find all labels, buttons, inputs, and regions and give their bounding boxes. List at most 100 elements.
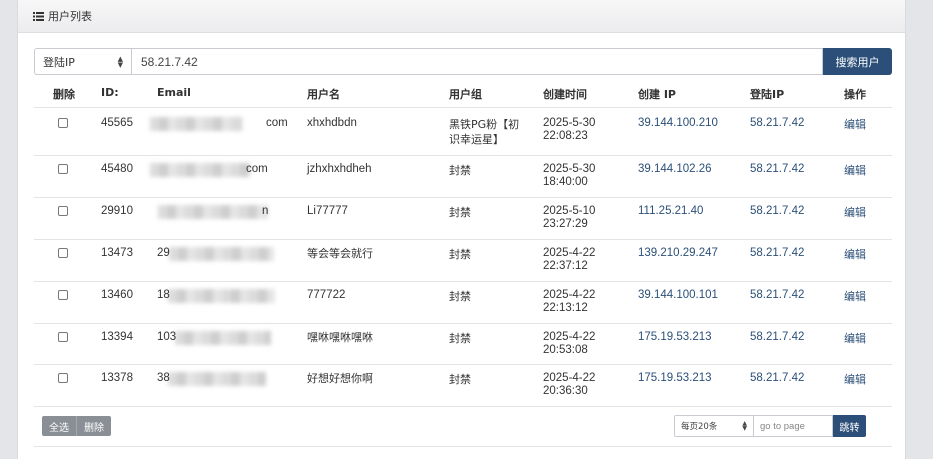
cell-email: 38 (157, 372, 170, 384)
search-input-value: 58.21.7.42 (141, 54, 198, 69)
edit-link[interactable]: 编辑 (844, 373, 866, 386)
page-size-selected: 每页20条 (681, 422, 718, 432)
header-username: 用户名 (307, 88, 340, 101)
email-redaction-blur (169, 247, 274, 261)
cell-group: 封禁 (449, 206, 471, 219)
cell-id: 45565 (101, 117, 133, 129)
edit-link[interactable]: 编辑 (844, 290, 866, 303)
cell-created-time: 18:40:00 (543, 176, 588, 188)
cell-username: jzhxhxhdheh (307, 163, 372, 175)
row-divider (34, 107, 892, 108)
header-login-ip: 登陆IP (750, 88, 785, 101)
cell-create-ip: 175.19.53.213 (638, 372, 712, 384)
bulk-action-group: 全选 删除 (42, 416, 111, 436)
cell-created-date: 2025-4-22 (543, 247, 596, 259)
email-redaction-blur (175, 331, 271, 345)
cell-created-date: 2025-4-22 (543, 289, 596, 301)
cell-email: 18 (157, 289, 170, 301)
cell-created-time: 22:13:12 (543, 302, 588, 314)
cell-username: 777722 (307, 289, 346, 301)
row-divider (34, 281, 892, 282)
cell-login-ip: 58.21.7.42 (750, 372, 805, 384)
cell-username: 等会等会就行 (307, 247, 373, 260)
cell-id: 13460 (101, 289, 133, 301)
row-delete-checkbox[interactable] (58, 248, 68, 258)
email-redaction-blur (158, 205, 268, 219)
cell-group: 封禁 (449, 164, 471, 177)
search-user-button[interactable]: 搜索用户 (823, 48, 892, 75)
row-delete-checkbox[interactable] (58, 206, 68, 216)
cell-created-time: 20:53:08 (543, 344, 588, 356)
user-list-panel: 用户列表 登陆IP ▲ ▼ 58.21.7.42 搜索用户 删除 ID: Email 用… (17, 0, 906, 459)
cell-email: n (262, 205, 269, 217)
header-created-time: 创建时间 (543, 88, 587, 101)
cell-created-time: 22:08:23 (543, 130, 588, 142)
cell-username: xhxhdbdn (307, 117, 357, 129)
cell-created-time: 22:37:12 (543, 260, 588, 272)
row-delete-checkbox[interactable] (58, 332, 68, 342)
header-delete: 删除 (53, 88, 75, 101)
cell-group: 封禁 (449, 248, 471, 261)
row-divider (34, 239, 892, 240)
cell-username: 嘿咻嘿咻嘿咻 (307, 331, 373, 344)
panel-title: 用户列表 (48, 10, 92, 23)
search-bar: 登陆IP ▲ ▼ 58.21.7.42 搜索用户 (34, 48, 892, 75)
header-group: 用户组 (449, 88, 482, 101)
edit-link[interactable]: 编辑 (844, 248, 866, 261)
edit-link[interactable]: 编辑 (844, 332, 866, 345)
cell-email: 103 (157, 331, 177, 343)
cell-created-date: 2025-5-30 (543, 163, 596, 175)
panel-header: 用户列表 (18, 0, 905, 33)
goto-page-placeholder: go to page (760, 420, 805, 432)
divider (34, 406, 892, 407)
cell-created-date: 2025-4-22 (543, 372, 596, 384)
cell-created-time: 20:36:30 (543, 385, 588, 397)
search-field-select[interactable]: 登陆IP ▲ ▼ (34, 48, 131, 75)
cell-username: Li77777 (307, 205, 348, 217)
search-field-selected: 登陆IP (43, 55, 75, 69)
cell-username: 好想好想你啊 (307, 372, 373, 385)
cell-email: com (266, 117, 288, 129)
cell-create-ip: 39.144.102.26 (638, 163, 712, 175)
email-redaction-blur (168, 289, 275, 303)
cell-login-ip: 58.21.7.42 (750, 247, 805, 259)
divider (34, 446, 892, 447)
delete-button[interactable]: 删除 (76, 416, 111, 436)
cell-group: 封禁 (449, 332, 471, 345)
cell-login-ip: 58.21.7.42 (750, 289, 805, 301)
cell-group: 封禁 (449, 290, 471, 303)
cell-id: 45480 (101, 163, 133, 175)
cell-group: 封禁 (449, 373, 471, 386)
row-delete-checkbox[interactable] (58, 118, 68, 128)
row-delete-checkbox[interactable] (58, 290, 68, 300)
jump-button[interactable]: 跳转 (833, 415, 866, 437)
goto-page-input[interactable]: go to page (754, 415, 833, 437)
header-create-ip: 创建 IP (638, 88, 676, 101)
list-icon (33, 11, 44, 21)
cell-id: 13394 (101, 331, 133, 343)
cell-created-date: 2025-5-10 (543, 205, 596, 217)
cell-id: 29910 (101, 205, 133, 217)
cell-login-ip: 58.21.7.42 (750, 117, 805, 129)
select-caret-icon: ▲ ▼ (117, 54, 123, 69)
header-id: ID: (101, 86, 119, 99)
cell-group-line2: 识幸运星】 (449, 133, 504, 146)
edit-link[interactable]: 编辑 (844, 206, 866, 219)
edit-link[interactable]: 编辑 (844, 118, 866, 131)
page-size-select[interactable]: 每页20条 ▲ ▼ (674, 415, 754, 437)
email-redaction-blur (168, 372, 266, 386)
row-divider (34, 155, 892, 156)
header-email: Email (157, 86, 191, 99)
search-input[interactable]: 58.21.7.42 (131, 48, 823, 75)
row-divider (34, 364, 892, 365)
row-divider (34, 197, 892, 198)
select-caret-icon: ▲ ▼ (742, 420, 747, 432)
row-divider (34, 323, 892, 324)
select-all-button[interactable]: 全选 (42, 416, 76, 436)
row-delete-checkbox[interactable] (58, 164, 68, 174)
cell-create-ip: 39.144.100.101 (638, 289, 718, 301)
cell-login-ip: 58.21.7.42 (750, 331, 805, 343)
row-delete-checkbox[interactable] (58, 373, 68, 383)
cell-created-date: 2025-4-22 (543, 331, 596, 343)
edit-link[interactable]: 编辑 (844, 164, 866, 177)
